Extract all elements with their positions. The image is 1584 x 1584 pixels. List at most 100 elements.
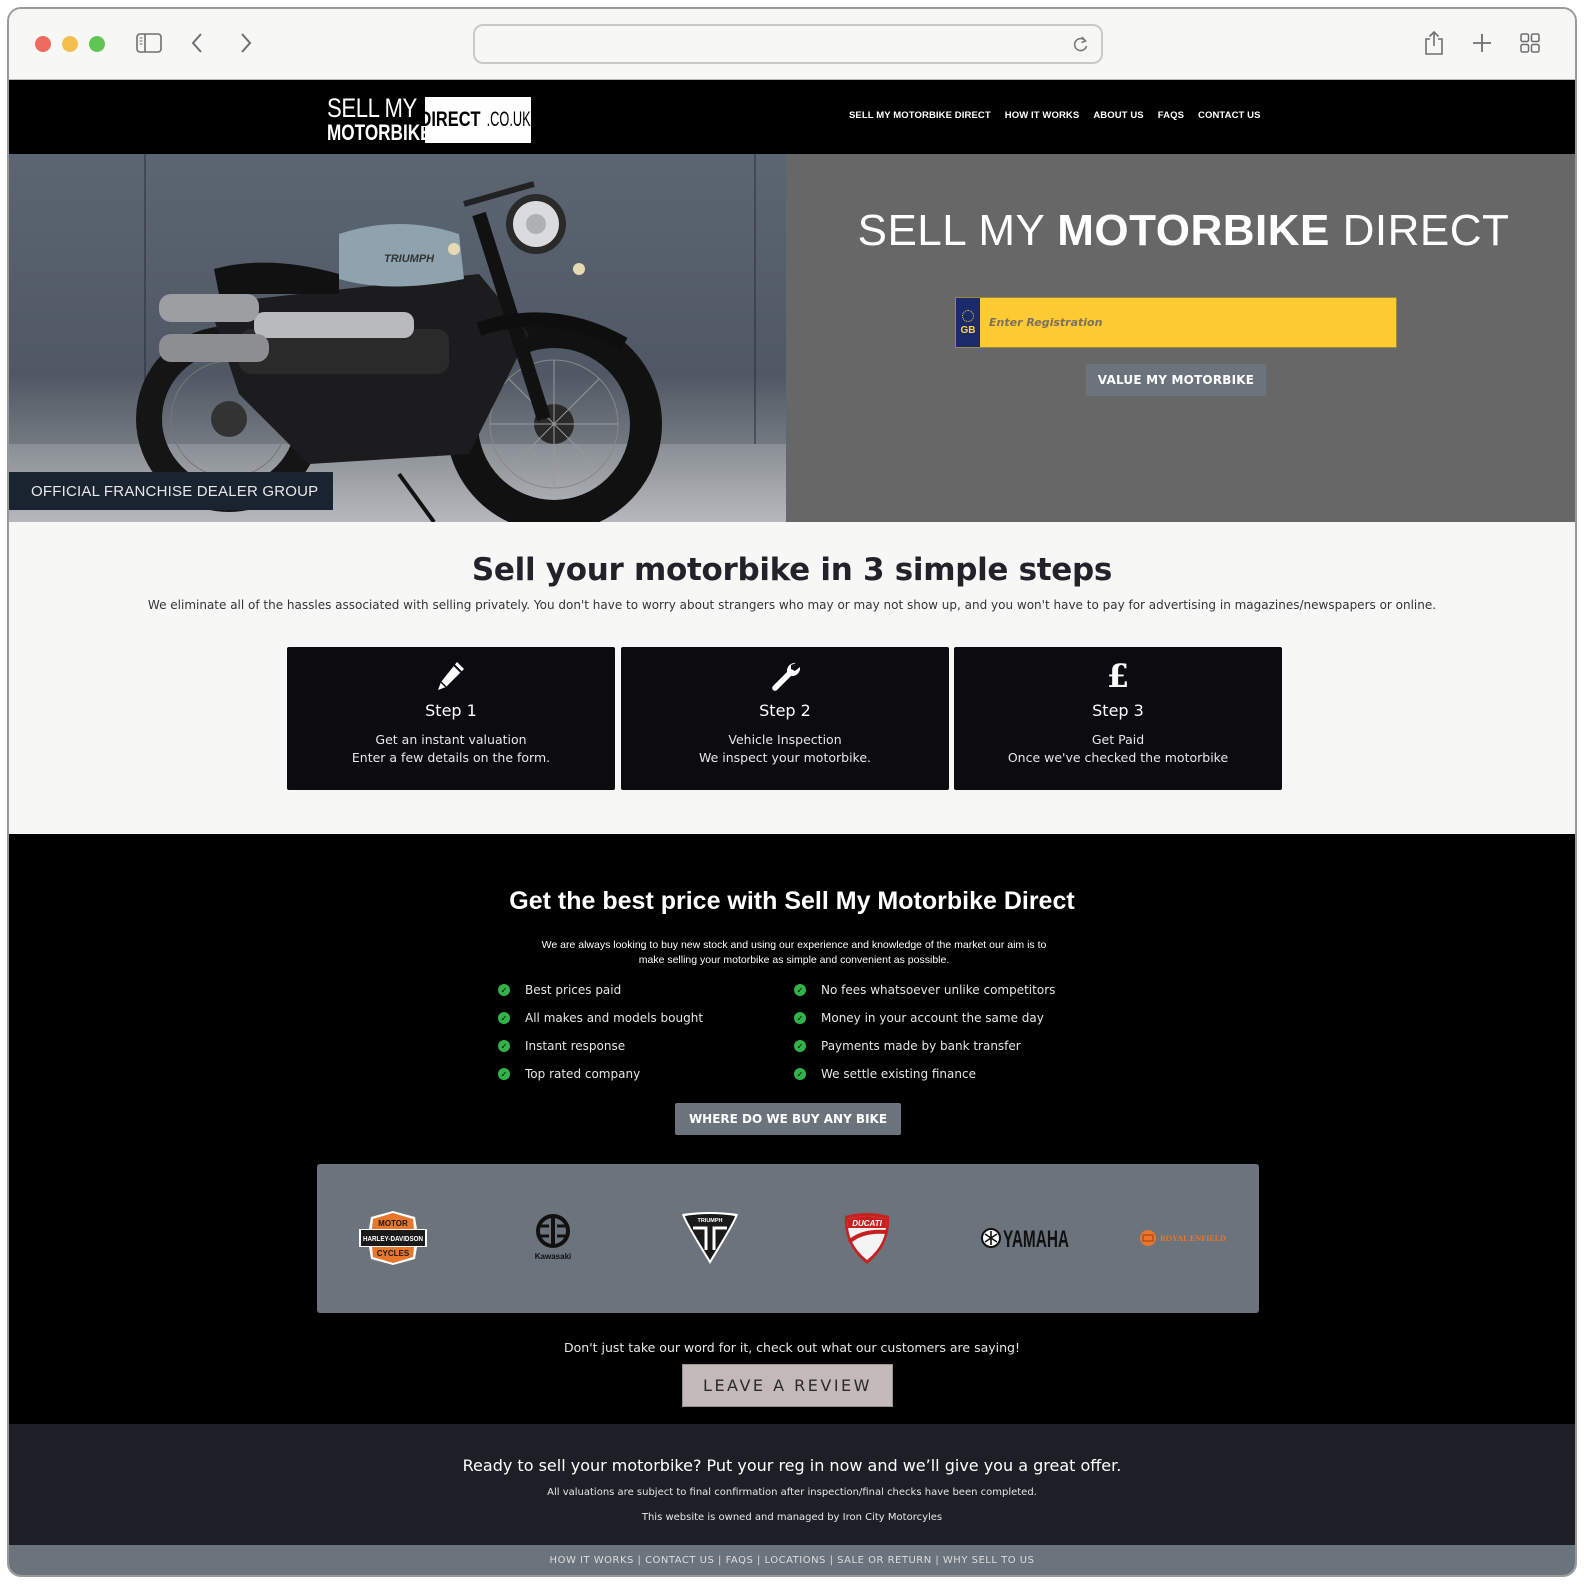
main-nav: SELL MY MOTORBIKE DIRECT HOW IT WORKS AB… — [849, 110, 1261, 121]
dealer-group-badge: OFFICIAL FRANCHISE DEALER GROUP — [9, 472, 333, 510]
browser-toolbar — [9, 9, 1575, 80]
step-line-2: Once we've checked the motorbike — [1007, 750, 1229, 765]
site-footer: Ready to sell your motorbike? Put your r… — [9, 1424, 1575, 1545]
step-line-2: Enter a few details on the form. — [351, 750, 551, 765]
feature-text: All makes and models bought — [525, 1011, 704, 1025]
step-name: Step 1 — [425, 701, 477, 720]
feature-text: Payments made by bank transfer — [821, 1039, 1021, 1053]
footer-links[interactable]: HOW IT WORKS | CONTACT US | FAQS | LOCAT… — [9, 1555, 1575, 1566]
feature-text: Money in your account the same day — [821, 1011, 1044, 1025]
harley-davidson-logo[interactable]: MOTOR HARLEY-DAVIDSON CYCLES — [357, 1206, 429, 1270]
check-circle-icon: ✓ — [794, 1012, 806, 1024]
step-card-2: Step 2 Vehicle Inspection We inspect you… — [621, 647, 949, 790]
nav-sell-my-motorbike-direct[interactable]: SELL MY MOTORBIKE DIRECT — [849, 110, 991, 121]
hero-title-post: DIRECT — [1329, 206, 1510, 255]
logo-line-2: MOTORBIKE — [327, 119, 432, 145]
close-window-button[interactable] — [35, 36, 51, 52]
step-line-1: Get an instant valuation — [375, 732, 527, 747]
tab-grid-icon[interactable] — [1518, 29, 1542, 57]
brand-label: TRIUMPH — [697, 1218, 722, 1224]
registration-input[interactable] — [980, 298, 1396, 347]
feature-item: ✓ Instant response — [497, 1037, 793, 1055]
step-line-1: Get Paid — [1091, 732, 1145, 747]
browser-window: SELL MY MOTORBIKE DIRECT .CO.UK SELL MY M… — [7, 7, 1577, 1577]
pencil-icon — [287, 659, 615, 693]
pound-icon: £ — [1106, 657, 1130, 695]
nav-faqs[interactable]: FAQS — [1158, 110, 1184, 121]
motorbike-illustration: TRIUMPH — [136, 181, 662, 522]
best-price-subtitle: We are always looking to buy new stock a… — [541, 939, 1047, 966]
step-name: Step 2 — [759, 701, 811, 720]
footer-cta-text: Ready to sell your motorbike? Put your r… — [462, 1456, 1122, 1475]
kawasaki-logo[interactable]: Kawasaki — [525, 1206, 581, 1270]
feature-item: ✓ Payments made by bank transfer — [793, 1037, 1093, 1055]
royal-enfield-logo[interactable]: ROYAL ENFIELD — [1139, 1206, 1229, 1270]
site-header: SELL MY MOTORBIKE DIRECT .CO.UK SELL MY M… — [9, 80, 1575, 154]
feature-text: Best prices paid — [525, 983, 622, 997]
web-page: SELL MY MOTORBIKE DIRECT .CO.UK SELL MY M… — [9, 80, 1575, 1575]
share-icon[interactable] — [1422, 29, 1446, 57]
step-line-2: We inspect your motorbike. — [698, 750, 872, 765]
footer-owner-text: This website is owned and managed by Iro… — [641, 1512, 943, 1523]
feature-item: ✓ All makes and models bought — [497, 1009, 793, 1027]
brand-label: HARLEY-DAVIDSON — [363, 1234, 423, 1243]
site-logo[interactable]: SELL MY MOTORBIKE DIRECT .CO.UK — [327, 94, 531, 145]
features-list: ✓ Best prices paid ✓ No fees whatsoever un… — [497, 981, 1097, 1083]
logo-box-bold: DIRECT — [419, 108, 481, 131]
review-prompt-text: Don't just take our word for it, check o… — [564, 1340, 1020, 1355]
nav-contact-us[interactable]: CONTACT US — [1198, 110, 1261, 121]
feature-item: ✓ Best prices paid — [497, 981, 793, 999]
plus-icon[interactable] — [1470, 29, 1494, 57]
check-circle-icon: ✓ — [794, 1068, 806, 1080]
feature-text: No fees whatsoever unlike competitors — [821, 983, 1056, 997]
brand-label: ROYAL ENFIELD — [1160, 1234, 1226, 1243]
footer-links-bar: HOW IT WORKS | CONTACT US | FAQS | LOCAT… — [9, 1545, 1575, 1575]
logo-box: DIRECT .CO.UK — [419, 97, 531, 143]
check-circle-icon: ✓ — [498, 1068, 510, 1080]
nav-about-us[interactable]: ABOUT US — [1093, 110, 1143, 121]
where-do-we-buy-button[interactable]: WHERE DO WE BUY ANY BIKE — [675, 1103, 901, 1135]
eu-stars-icon — [962, 309, 974, 322]
registration-plate-field: GB — [955, 297, 1397, 348]
brand-label: Kawasaki — [535, 1252, 571, 1261]
step-line-1: Vehicle Inspection — [728, 732, 842, 747]
gb-label: GB — [960, 324, 976, 336]
minimize-window-button[interactable] — [62, 36, 78, 52]
steps-section: Sell your motorbike in 3 simple steps We… — [9, 522, 1575, 834]
step-card-3: £ Step 3 Get Paid Once we've checked the… — [954, 647, 1282, 790]
check-circle-icon: ✓ — [498, 984, 510, 996]
sidebar-icon[interactable] — [135, 29, 163, 57]
brand-label: MOTOR — [378, 1219, 408, 1228]
feature-text: Top rated company — [525, 1067, 641, 1081]
triumph-logo[interactable]: TRIUMPH — [679, 1206, 741, 1270]
address-bar[interactable] — [473, 24, 1103, 64]
feature-item: ✓ We settle existing finance — [793, 1065, 1093, 1083]
yamaha-logo[interactable]: YAMAHA — [981, 1206, 1071, 1270]
logo-box-rest: .CO.UK — [486, 108, 531, 131]
brand-logos-panel: MOTOR HARLEY-DAVIDSON CYCLES Kawasaki TR… — [317, 1164, 1259, 1313]
feature-text: We settle existing finance — [821, 1067, 976, 1081]
feature-text: Instant response — [525, 1039, 626, 1053]
chevron-left-icon[interactable] — [185, 29, 209, 57]
reload-icon[interactable] — [1071, 34, 1091, 54]
steps-title: Sell your motorbike in 3 simple steps — [471, 552, 1113, 588]
feature-item: ✓ No fees whatsoever unlike competitors — [793, 981, 1093, 999]
feature-item: ✓ Money in your account the same day — [793, 1009, 1093, 1027]
check-circle-icon: ✓ — [498, 1012, 510, 1024]
ducati-logo[interactable]: DUCATI — [842, 1206, 892, 1270]
brand-label: CYCLES — [377, 1249, 410, 1258]
hero-title-pre: SELL MY — [857, 206, 1058, 255]
brand-label: DUCATI — [852, 1219, 882, 1228]
chevron-right-icon[interactable] — [234, 29, 258, 57]
nav-how-it-works[interactable]: HOW IT WORKS — [1005, 110, 1080, 121]
svg-text:TRIUMPH: TRIUMPH — [384, 253, 435, 265]
footer-valuation-note: All valuations are subject to final conf… — [547, 1487, 1037, 1498]
leave-a-review-button[interactable]: LEAVE A REVIEW — [682, 1364, 893, 1407]
check-circle-icon: ✓ — [794, 984, 806, 996]
best-price-title: Get the best price with Sell My Motorbik… — [509, 887, 1075, 915]
value-my-motorbike-button[interactable]: VALUE MY MOTORBIKE — [1086, 364, 1266, 396]
maximize-window-button[interactable] — [89, 36, 105, 52]
wrench-icon — [621, 659, 949, 693]
hero-section: TRIUMPH OFFICIAL FRANCHISE DEALER GROUP — [9, 154, 1575, 522]
best-price-section: Get the best price with Sell My Motorbik… — [9, 834, 1575, 1424]
